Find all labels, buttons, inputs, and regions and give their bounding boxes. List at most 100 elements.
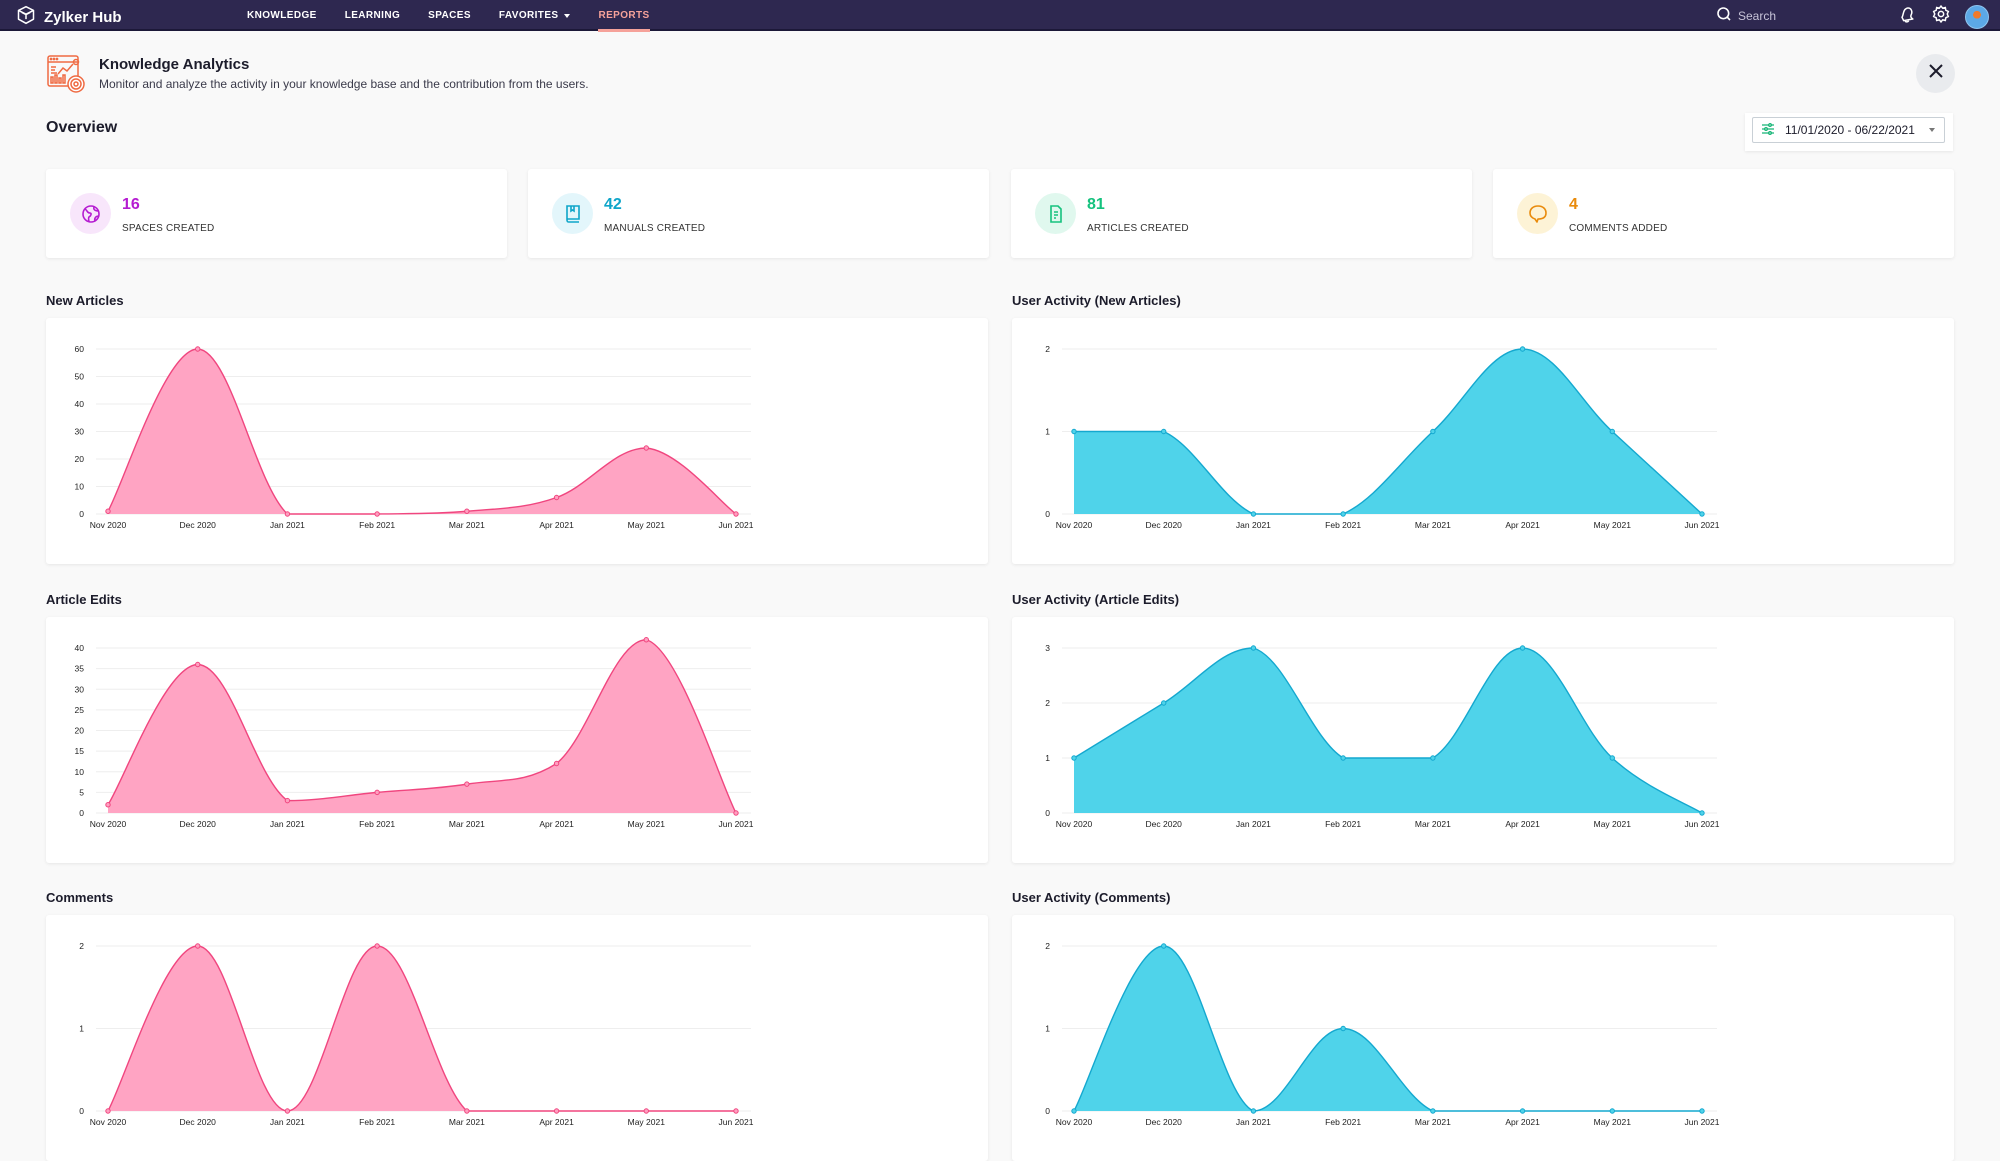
nav-learning[interactable]: LEARNING	[345, 0, 400, 31]
x-tick-label: Dec 2020	[180, 520, 217, 530]
data-point	[1071, 1108, 1077, 1114]
chevron-down-icon	[1928, 128, 1935, 132]
y-tick-label: 10	[75, 767, 85, 777]
data-point	[1161, 428, 1167, 435]
y-tick-label: 20	[75, 454, 85, 464]
data-point	[1340, 1025, 1346, 1032]
x-tick-label: Jan 2021	[1236, 1117, 1271, 1127]
y-tick-label: 5	[79, 787, 84, 797]
data-point	[1340, 755, 1346, 761]
date-range-picker[interactable]: 11/01/2020 - 06/22/2021	[1752, 117, 1945, 143]
data-point	[1161, 700, 1167, 706]
x-tick-label: May 2021	[628, 520, 666, 530]
y-tick-label: 1	[1045, 1024, 1050, 1034]
data-point	[553, 1108, 560, 1114]
data-point	[1430, 755, 1436, 761]
y-tick-label: 0	[1045, 1106, 1050, 1116]
x-tick-label: Apr 2021	[539, 819, 574, 829]
date-range-value: 11/01/2020 - 06/22/2021	[1785, 123, 1915, 137]
search-input[interactable]: Search	[1716, 6, 1836, 25]
x-tick-label: Dec 2020	[1146, 1117, 1183, 1127]
data-point	[733, 810, 739, 816]
chart-svg: 0 1 2 Nov 2020 Dec 2020 Jan 2021 Feb 2021 Mar 2…	[79, 941, 753, 1127]
data-point	[105, 1108, 111, 1114]
chart-comments: 0 1 2 Nov 2020 Dec 2020 Jan 2021 Feb 2021 Mar 2…	[46, 915, 988, 1161]
x-tick-label: Apr 2021	[1505, 1117, 1540, 1127]
close-icon	[1928, 63, 1944, 84]
stat-value: 4	[1569, 196, 1578, 213]
x-tick-label: Jun 2021	[719, 819, 754, 829]
x-tick-label: Jan 2021	[270, 819, 305, 829]
y-tick-label: 15	[75, 746, 85, 756]
chart-title-user-activity-article-edits: User Activity (Article Edits)	[1012, 592, 1180, 607]
chart-title-user-activity-comments: User Activity (Comments)	[1012, 890, 1171, 905]
x-tick-label: Mar 2021	[449, 819, 485, 829]
data-point	[1250, 1108, 1257, 1114]
x-tick-label: Mar 2021	[449, 1117, 485, 1127]
brand-name: Zylker Hub	[44, 8, 122, 26]
x-tick-label: Feb 2021	[359, 819, 395, 829]
y-tick-label: 0	[79, 509, 84, 519]
manual-icon	[552, 193, 593, 234]
y-tick-label: 1	[1045, 427, 1050, 437]
data-point	[1430, 428, 1436, 435]
nav-knowledge[interactable]: KNOWLEDGE	[247, 0, 317, 31]
x-tick-label: Feb 2021	[1325, 520, 1361, 530]
nav-favorites[interactable]: FAVORITES	[499, 0, 571, 31]
stat-label: MANUALS CREATED	[604, 223, 706, 234]
brand-logo[interactable]: Zylker Hub	[16, 5, 122, 29]
data-point	[464, 508, 470, 514]
stat-card-comments: 4 COMMENTS ADDED	[1493, 169, 1954, 258]
nav-reports[interactable]: REPORTS	[598, 0, 650, 32]
x-tick-label: Dec 2020	[180, 819, 217, 829]
avatar[interactable]	[1965, 4, 1989, 29]
x-tick-label: May 2021	[628, 1117, 666, 1127]
y-tick-label: 2	[1045, 698, 1050, 708]
data-point	[733, 1108, 739, 1114]
chart-title-article-edits: Article Edits	[46, 592, 122, 607]
zylker-hub-logo-icon	[16, 5, 36, 29]
data-point	[195, 661, 201, 668]
page-subtitle: Monitor and analyze the activity in your…	[99, 77, 589, 91]
data-point	[464, 1108, 470, 1114]
x-tick-label: May 2021	[628, 819, 666, 829]
data-point	[1250, 511, 1257, 517]
stat-label: SPACES CREATED	[122, 223, 215, 234]
y-tick-label: 2	[79, 941, 84, 951]
y-tick-label: 2	[1045, 344, 1050, 354]
chart-svg: 0 1 2 Nov 2020 Dec 2020 Jan 2021 Feb 2021 Mar 2…	[1045, 344, 1720, 530]
y-tick-label: 2	[1045, 941, 1050, 951]
x-tick-label: Jan 2021	[1236, 819, 1271, 829]
y-tick-label: 40	[75, 399, 85, 409]
data-point	[1699, 1108, 1705, 1114]
x-tick-label: Dec 2020	[1146, 819, 1183, 829]
y-tick-label: 30	[75, 684, 85, 694]
chart-svg: 0 1 2 Nov 2020 Dec 2020 Jan 2021 Feb 2021 Mar 2…	[1045, 941, 1720, 1127]
comment-icon	[1517, 193, 1558, 234]
x-tick-label: Nov 2020	[1056, 520, 1093, 530]
page-title: Knowledge Analytics	[99, 56, 250, 73]
nav-label: SPACES	[428, 9, 471, 21]
bell-icon[interactable]	[1897, 4, 1917, 29]
x-tick-label: Jun 2021	[1685, 1117, 1720, 1127]
stat-label: COMMENTS ADDED	[1569, 223, 1668, 234]
close-button[interactable]	[1916, 54, 1955, 93]
gear-icon[interactable]	[1931, 4, 1951, 29]
x-tick-label: May 2021	[1594, 520, 1632, 530]
search-icon	[1716, 6, 1732, 25]
stat-card-manuals: 42 MANUALS CREATED	[528, 169, 989, 258]
data-point	[1250, 645, 1257, 651]
nav-spaces[interactable]: SPACES	[428, 0, 471, 31]
x-tick-label: Jun 2021	[719, 520, 754, 530]
data-point	[374, 511, 380, 517]
chart-new-articles: 0 10 20 30 40 50 60 Nov 2020 Dec 2020 Jan 2021 Feb…	[46, 318, 988, 564]
stat-value: 42	[604, 196, 622, 213]
y-tick-label: 35	[75, 664, 85, 674]
data-point	[1699, 511, 1705, 517]
stat-label: ARTICLES CREATED	[1087, 223, 1189, 234]
data-point	[643, 637, 649, 643]
y-tick-label: 50	[75, 372, 85, 382]
y-tick-label: 30	[75, 427, 85, 437]
x-tick-label: Jun 2021	[1685, 520, 1720, 530]
data-point	[1609, 755, 1615, 761]
